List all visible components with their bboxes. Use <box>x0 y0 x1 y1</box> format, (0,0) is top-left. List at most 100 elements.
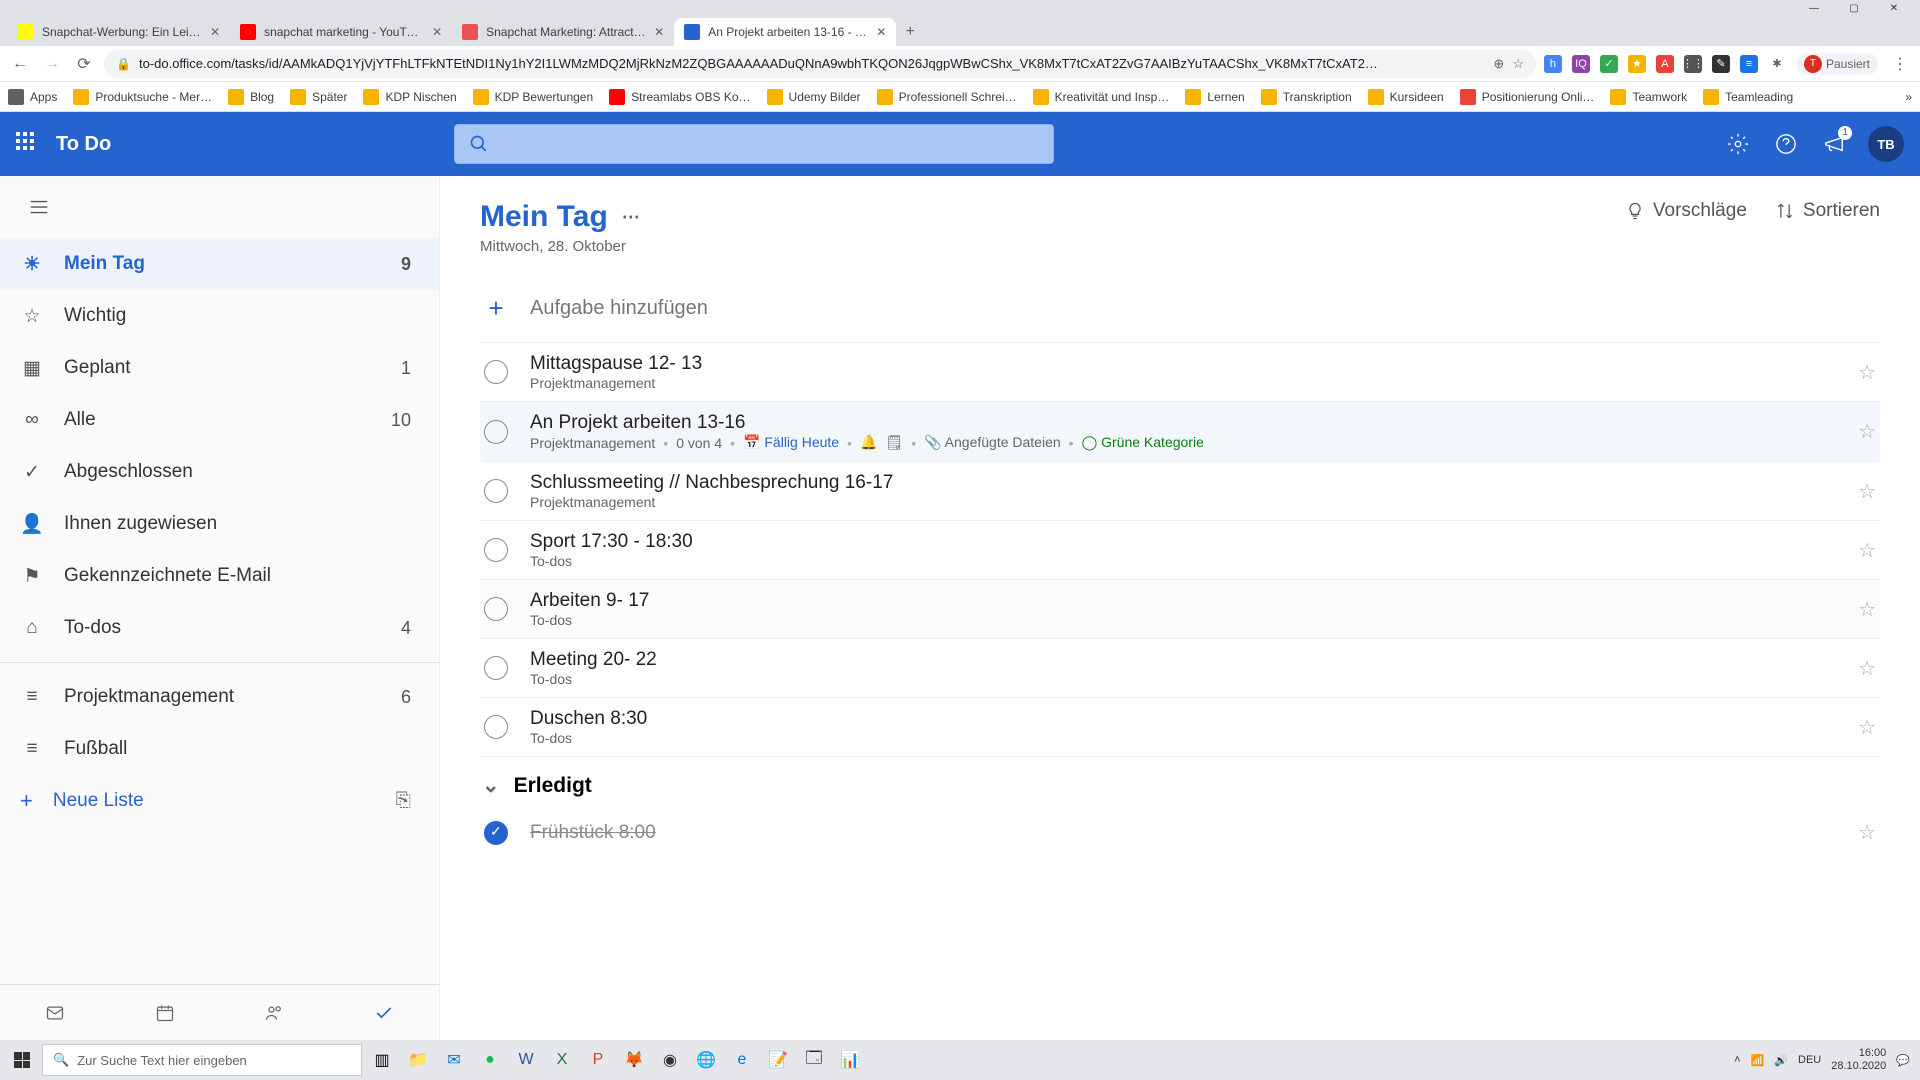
sidebar-item-completed[interactable]: ✓ Abgeschlossen <box>0 446 439 498</box>
tab-close-button[interactable]: ✕ <box>876 25 886 39</box>
tray-overflow-button[interactable]: ˄ <box>1734 1054 1740 1066</box>
bookmark-item[interactable]: Transkription <box>1261 89 1352 105</box>
sidebar-item-assigned[interactable]: 👤 Ihnen zugewiesen <box>0 498 439 550</box>
taskbar-app-firefox[interactable]: 🦊 <box>618 1044 650 1076</box>
people-button[interactable] <box>263 1002 285 1024</box>
task-star-button[interactable]: ☆ <box>1858 479 1876 504</box>
task-item[interactable]: Mittagspause 12- 13 Projektmanagement ☆ <box>480 343 1880 402</box>
bookmark-item[interactable]: Teamwork <box>1610 89 1687 105</box>
bookmark-item[interactable]: Kursideen <box>1368 89 1444 105</box>
star-icon[interactable]: ☆ <box>1512 56 1524 72</box>
taskbar-search-input[interactable]: 🔍 Zur Suche Text hier eingeben <box>42 1044 362 1076</box>
task-complete-checkbox[interactable] <box>484 420 508 444</box>
extension-icon[interactable]: h <box>1544 55 1562 73</box>
extension-icon[interactable]: ✎ <box>1712 55 1730 73</box>
sidebar-item-my-day[interactable]: ☀ Mein Tag 9 <box>0 238 439 290</box>
task-complete-checkbox[interactable] <box>484 479 508 503</box>
task-star-button[interactable]: ☆ <box>1858 656 1876 681</box>
task-item[interactable]: Sport 17:30 - 18:30 To-dos ☆ <box>480 521 1880 580</box>
reload-button[interactable]: ⟳ <box>72 52 96 76</box>
app-launcher-icon[interactable] <box>16 132 40 156</box>
browser-tab[interactable]: Snapchat-Werbung: Ein Leitfad… ✕ <box>8 18 230 46</box>
task-item[interactable]: Duschen 8:30 To-dos ☆ <box>480 698 1880 757</box>
notifications-button[interactable]: 1 <box>1820 130 1848 158</box>
add-task-input[interactable]: + Aufgabe hinzufügen <box>480 283 1880 343</box>
task-star-button[interactable]: ☆ <box>1858 715 1876 740</box>
language-indicator[interactable]: DEU <box>1798 1054 1821 1066</box>
calendar-button[interactable] <box>154 1002 176 1024</box>
forward-button[interactable]: → <box>40 52 64 76</box>
taskbar-app-explorer[interactable]: 📁 <box>402 1044 434 1076</box>
wifi-icon[interactable]: 📶 <box>1751 1054 1765 1067</box>
completed-section-header[interactable]: ⌄ Erledigt <box>480 757 1880 810</box>
mail-button[interactable] <box>44 1002 66 1024</box>
start-button[interactable] <box>2 1040 42 1080</box>
search-input[interactable] <box>454 124 1054 164</box>
bookmark-item[interactable]: Später <box>290 89 347 105</box>
sidebar-item-flagged[interactable]: ⚑ Gekennzeichnete E-Mail <box>0 550 439 602</box>
task-complete-checkbox[interactable] <box>484 360 508 384</box>
taskbar-app-powerpoint[interactable]: P <box>582 1044 614 1076</box>
task-star-button[interactable]: ☆ <box>1858 360 1876 385</box>
taskbar-app-generic[interactable]: 📊 <box>834 1044 866 1076</box>
bookmarks-overflow[interactable]: » <box>1905 90 1912 104</box>
taskbar-app-spotify[interactable]: ● <box>474 1044 506 1076</box>
taskbar-app-mail[interactable]: ✉ <box>438 1044 470 1076</box>
taskbar-app-notepad[interactable]: 📝 <box>762 1044 794 1076</box>
window-close-button[interactable]: ✕ <box>1874 0 1914 16</box>
browser-tab[interactable]: snapchat marketing - YouTube ✕ <box>230 18 452 46</box>
sidebar-list-item[interactable]: ≡ Fußball <box>0 723 439 775</box>
sidebar-item-planned[interactable]: ▦ Geplant 1 <box>0 342 439 394</box>
extension-icon[interactable]: ★ <box>1628 55 1646 73</box>
task-complete-checkbox[interactable] <box>484 656 508 680</box>
new-group-icon[interactable]: ⎘ <box>396 790 411 812</box>
task-complete-checkbox-checked[interactable] <box>484 821 508 845</box>
app-title[interactable]: To Do <box>56 133 111 156</box>
taskbar-app-word[interactable]: W <box>510 1044 542 1076</box>
extensions-menu-icon[interactable]: ✱ <box>1768 55 1786 73</box>
sidebar-list-item[interactable]: ≡ Projektmanagement 6 <box>0 671 439 723</box>
settings-button[interactable] <box>1724 130 1752 158</box>
task-view-button[interactable]: ▥ <box>366 1044 398 1076</box>
tab-close-button[interactable]: ✕ <box>210 25 220 39</box>
extension-icon[interactable]: IQ <box>1572 55 1590 73</box>
tab-close-button[interactable]: ✕ <box>432 25 442 39</box>
volume-icon[interactable]: 🔊 <box>1774 1054 1788 1067</box>
sidebar-toggle-button[interactable] <box>0 176 439 230</box>
bookmark-item[interactable]: Teamleading <box>1703 89 1793 105</box>
task-item-completed[interactable]: Frühstück 8:00 ☆ <box>480 810 1880 855</box>
taskbar-app-chrome[interactable]: 🌐 <box>690 1044 722 1076</box>
window-maximize-button[interactable]: ▢ <box>1834 0 1874 16</box>
task-item[interactable]: Meeting 20- 22 To-dos ☆ <box>480 639 1880 698</box>
bookmark-item[interactable]: Kreativität und Insp… <box>1033 89 1170 105</box>
address-bar[interactable]: 🔒 to-do.office.com/tasks/id/AAMkADQ1YjVj… <box>104 50 1536 78</box>
task-star-button[interactable]: ☆ <box>1858 538 1876 563</box>
sidebar-item-important[interactable]: ☆ Wichtig <box>0 290 439 342</box>
extension-icon[interactable]: A <box>1656 55 1674 73</box>
bookmark-apps[interactable]: Apps <box>8 89 57 105</box>
bookmark-item[interactable]: Blog <box>228 89 274 105</box>
menu-button[interactable]: ⋮ <box>1888 52 1912 76</box>
taskbar-app-excel[interactable]: X <box>546 1044 578 1076</box>
sidebar-item-todos[interactable]: ⌂ To-dos 4 <box>0 602 439 654</box>
bookmark-item[interactable]: KDP Bewertungen <box>473 89 594 105</box>
task-complete-checkbox[interactable] <box>484 597 508 621</box>
task-item[interactable]: Schlussmeeting // Nachbesprechung 16-17 … <box>480 462 1880 521</box>
task-star-button[interactable]: ☆ <box>1858 419 1876 444</box>
window-minimize-button[interactable]: — <box>1794 0 1834 16</box>
new-list-button[interactable]: + Neue Liste ⎘ <box>0 775 439 827</box>
back-button[interactable]: ← <box>8 52 32 76</box>
browser-tab[interactable]: Snapchat Marketing: Attract New… ✕ <box>452 18 674 46</box>
profile-chip[interactable]: T Pausiert <box>1796 53 1878 75</box>
bookmark-item[interactable]: Udemy Bilder <box>767 89 861 105</box>
task-item[interactable]: Arbeiten 9- 17 To-dos ☆ <box>480 580 1880 639</box>
bookmark-item[interactable]: KDP Nischen <box>363 89 456 105</box>
taskbar-app-generic[interactable]: 🗔 <box>798 1044 830 1076</box>
extension-icon[interactable]: ✓ <box>1600 55 1618 73</box>
sidebar-item-all[interactable]: ∞ Alle 10 <box>0 394 439 446</box>
bookmark-item[interactable]: Lernen <box>1185 89 1244 105</box>
suggestions-button[interactable]: Vorschläge <box>1625 200 1747 222</box>
zoom-icon[interactable]: ⊕ <box>1493 56 1504 72</box>
browser-tab-active[interactable]: An Projekt arbeiten 13-16 - To D… ✕ <box>674 18 896 46</box>
taskbar-app-edge[interactable]: e <box>726 1044 758 1076</box>
